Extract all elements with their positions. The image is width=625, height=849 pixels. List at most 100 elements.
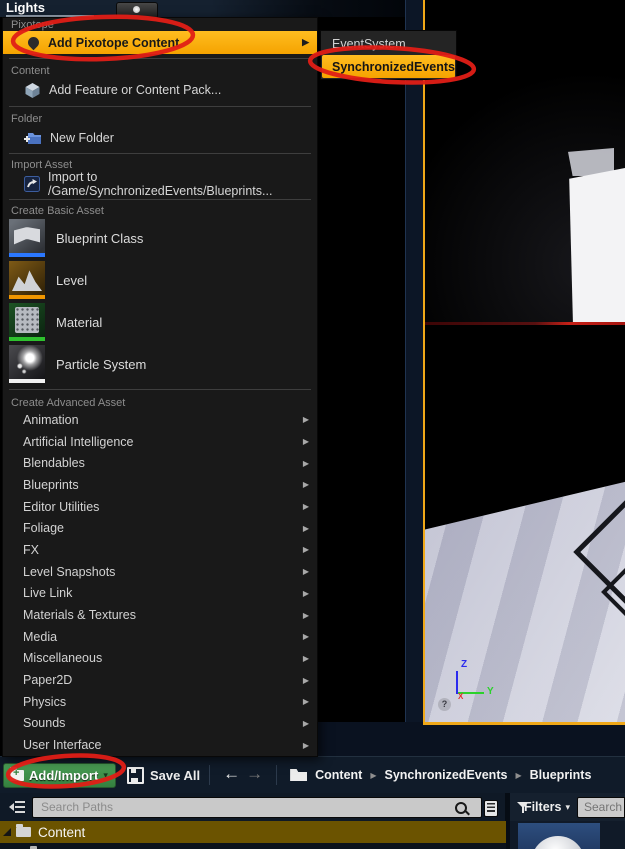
advanced-asset-list: Animation▶ Artificial Intelligence▶ Blen… bbox=[3, 409, 317, 756]
panel-splitter[interactable] bbox=[405, 0, 425, 726]
menu-separator bbox=[3, 103, 317, 110]
menu-item-sounds[interactable]: Sounds▶ bbox=[3, 713, 317, 735]
submenu-arrow-icon: ▶ bbox=[303, 567, 309, 576]
menu-item-label: Add Feature or Content Pack... bbox=[49, 83, 221, 97]
asset-thumbnail[interactable] bbox=[518, 823, 600, 849]
menu-item-media[interactable]: Media▶ bbox=[3, 626, 317, 648]
menu-separator bbox=[3, 385, 317, 393]
filters-button[interactable]: Filters bbox=[524, 800, 562, 814]
add-import-context-menu: Pixotope Add Pixotope Content ▶ Content … bbox=[2, 17, 318, 757]
axis-x-label: X bbox=[458, 692, 463, 701]
menu-item-label: Particle System bbox=[56, 357, 146, 372]
material-icon bbox=[9, 303, 45, 341]
section-content: Content bbox=[3, 62, 317, 77]
folder-icon bbox=[16, 827, 31, 837]
forward-button[interactable]: → bbox=[246, 764, 263, 784]
menu-item-live-link[interactable]: Live Link▶ bbox=[3, 583, 317, 605]
menu-item-level-snapshots[interactable]: Level Snapshots▶ bbox=[3, 561, 317, 583]
asset-grid bbox=[510, 821, 625, 849]
breadcrumb-separator-icon: ▶ bbox=[370, 771, 376, 780]
menu-item-user-interface[interactable]: User Interface▶ bbox=[3, 734, 317, 756]
asset-search-input[interactable] bbox=[577, 797, 625, 818]
menu-item-fx[interactable]: FX▶ bbox=[3, 539, 317, 561]
submenu-arrow-icon: ▶ bbox=[303, 502, 309, 511]
new-folder-icon bbox=[24, 130, 42, 145]
menu-item-new-folder[interactable]: New Folder bbox=[3, 125, 317, 150]
menu-item-miscellaneous[interactable]: Miscellaneous▶ bbox=[3, 648, 317, 670]
submenu-arrow-icon: ▶ bbox=[303, 719, 309, 728]
submenu-arrow-icon: ▶ bbox=[303, 480, 309, 489]
menu-item-paper2d[interactable]: Paper2D▶ bbox=[3, 669, 317, 691]
menu-item-artificial-intelligence[interactable]: Artificial Intelligence▶ bbox=[3, 431, 317, 453]
panel-header: Lights bbox=[0, 0, 405, 17]
search-paths-input[interactable] bbox=[32, 797, 482, 818]
menu-item-physics[interactable]: Physics▶ bbox=[3, 691, 317, 713]
submenu-item-eventsystem[interactable]: EventSystem bbox=[322, 32, 455, 55]
menu-item-add-pixotope-content[interactable]: Add Pixotope Content ▶ bbox=[3, 31, 317, 54]
chevron-down-icon: ▾ bbox=[103, 770, 108, 781]
open-folder-icon bbox=[290, 769, 307, 781]
menu-separator bbox=[3, 54, 317, 62]
add-import-button[interactable]: Add/Import ▾ bbox=[3, 763, 116, 788]
menu-item-editor-utilities[interactable]: Editor Utilities▶ bbox=[3, 496, 317, 518]
submenu-arrow-icon: ▶ bbox=[303, 676, 309, 685]
add-import-folder-icon bbox=[10, 770, 24, 781]
section-pixotope: Pixotope bbox=[3, 18, 317, 31]
submenu-arrow-icon: ▶ bbox=[303, 632, 309, 641]
menu-item-level[interactable]: Level bbox=[3, 259, 317, 301]
breadcrumb-content[interactable]: Content bbox=[315, 768, 362, 782]
submenu-arrow-icon: ▶ bbox=[303, 524, 309, 533]
content-browser-toolbar: Add/Import ▾ Save All ← → Content ▶ Sync… bbox=[0, 756, 625, 793]
section-create-basic-asset: Create Basic Asset bbox=[3, 202, 317, 217]
menu-item-blendables[interactable]: Blendables▶ bbox=[3, 452, 317, 474]
submenu-arrow-icon: ▶ bbox=[303, 437, 309, 446]
menu-item-label: Material bbox=[56, 315, 102, 330]
save-all-button[interactable]: Save All bbox=[127, 763, 200, 788]
list-view-button[interactable] bbox=[484, 800, 498, 817]
blueprint-class-icon bbox=[9, 219, 45, 257]
level-icon bbox=[9, 261, 45, 299]
perspective-viewport[interactable]: Z Y X ? bbox=[425, 325, 625, 722]
menu-item-label: New Folder bbox=[50, 131, 114, 145]
light-panel bbox=[563, 168, 625, 322]
toolbar-divider bbox=[276, 765, 277, 785]
menu-item-add-feature[interactable]: Add Feature or Content Pack... bbox=[3, 77, 317, 103]
menu-item-label: Level bbox=[56, 273, 87, 288]
tree-item-pixotopecalibration[interactable]: PixotopeCalibration bbox=[0, 843, 506, 849]
menu-item-materials-textures[interactable]: Materials & Textures▶ bbox=[3, 604, 317, 626]
submenu-arrow-icon: ▶ bbox=[303, 415, 309, 424]
axis-z-line bbox=[456, 671, 458, 694]
breadcrumb-synchronizedevents[interactable]: SynchronizedEvents bbox=[384, 768, 507, 782]
menu-item-label: Add Pixotope Content bbox=[48, 36, 179, 50]
chevron-down-icon: ▾ bbox=[565, 802, 570, 813]
menu-item-foliage[interactable]: Foliage▶ bbox=[3, 517, 317, 539]
menu-item-import-to[interactable]: Import to /Game/SynchronizedEvents/Bluep… bbox=[3, 171, 317, 196]
basic-asset-list: Blueprint Class Level Material Particle … bbox=[3, 217, 317, 385]
breadcrumb-separator-icon: ▶ bbox=[515, 771, 521, 780]
help-icon[interactable]: ? bbox=[438, 698, 451, 711]
menu-item-label: Import to /Game/SynchronizedEvents/Bluep… bbox=[48, 170, 317, 198]
pixotope-logo-icon bbox=[26, 35, 42, 51]
menu-item-animation[interactable]: Animation▶ bbox=[3, 409, 317, 431]
menu-item-label: Blueprint Class bbox=[56, 231, 143, 246]
search-icon bbox=[455, 802, 467, 814]
back-button[interactable]: ← bbox=[223, 764, 240, 784]
viewport-area: Z Y X ? bbox=[423, 0, 625, 725]
submenu-item-synchronizedevents[interactable]: SynchronizedEvents bbox=[322, 55, 455, 78]
tree-item-content[interactable]: Content bbox=[0, 821, 506, 843]
menu-item-particle-system[interactable]: Particle System bbox=[3, 343, 317, 385]
submenu-arrow-icon: ▶ bbox=[303, 545, 309, 554]
expanded-caret-icon[interactable] bbox=[3, 828, 11, 836]
filter-bar: Filters ▾ bbox=[510, 793, 625, 821]
menu-item-material[interactable]: Material bbox=[3, 301, 317, 343]
sphere-preview bbox=[531, 836, 585, 849]
submenu-arrow-icon: ▶ bbox=[302, 37, 309, 48]
breadcrumb-blueprints[interactable]: Blueprints bbox=[530, 768, 592, 782]
import-asset-icon bbox=[24, 176, 40, 192]
sources-toggle-icon[interactable] bbox=[5, 801, 25, 813]
panel-title: Lights bbox=[6, 0, 94, 17]
menu-item-blueprint-class[interactable]: Blueprint Class bbox=[3, 217, 317, 259]
save-icon bbox=[127, 767, 144, 784]
axis-z-label: Z bbox=[461, 659, 467, 670]
menu-item-blueprints[interactable]: Blueprints▶ bbox=[3, 474, 317, 496]
